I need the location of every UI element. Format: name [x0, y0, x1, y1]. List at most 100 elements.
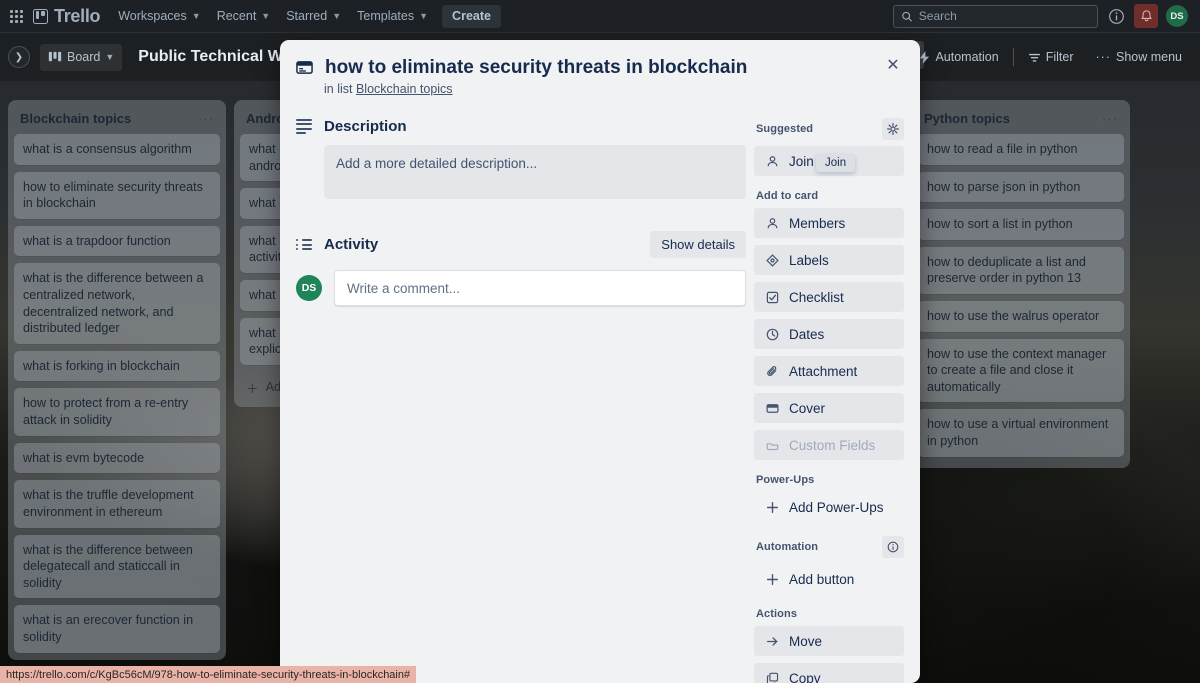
copy-button[interactable]: Copy — [754, 663, 904, 683]
filter-button[interactable]: Filter — [1020, 44, 1082, 71]
automation-button[interactable]: Automation — [911, 44, 1006, 71]
custom-fields-label: Custom Fields — [789, 437, 876, 453]
trello-logo-text: Trello — [54, 5, 101, 26]
nav-item-recent[interactable]: Recent ▼ — [209, 5, 279, 28]
list-card[interactable]: what is a consensus algorithm — [14, 134, 220, 165]
actions-label: Actions — [756, 608, 798, 620]
notification-bell-icon[interactable] — [1134, 4, 1158, 28]
join-tooltip: Join — [816, 154, 856, 172]
automation-label: Automation — [935, 50, 999, 64]
members-button[interactable]: Members — [754, 208, 904, 238]
user-avatar[interactable]: DS — [1166, 5, 1188, 27]
modal-main-column: Description Add a more detailed descript… — [296, 100, 746, 683]
info-circle-icon[interactable] — [882, 536, 904, 558]
card-detail-modal: ✕ how to eliminate security threats in b… — [280, 40, 920, 683]
search-box[interactable] — [893, 4, 1098, 28]
ellipsis-icon: ··· — [1095, 50, 1111, 64]
board-view-label: Board — [67, 50, 101, 64]
list-card[interactable]: how to use the walrus operator — [918, 301, 1124, 332]
attachment-label: Attachment — [789, 363, 858, 379]
comment-row: DS — [296, 270, 746, 306]
list-card[interactable]: how to parse json in python — [918, 171, 1124, 203]
checklist-button[interactable]: Checklist — [754, 282, 904, 312]
create-button[interactable]: Create — [442, 4, 501, 28]
suggested-label-row: Suggested — [756, 118, 904, 140]
powerups-label: Power-Ups — [756, 474, 815, 486]
search-icon — [902, 11, 912, 21]
comment-input[interactable] — [334, 270, 746, 306]
checklist-label: Checklist — [789, 289, 844, 305]
cover-button[interactable]: Cover — [754, 393, 904, 423]
suggested-label: Suggested — [756, 123, 814, 135]
nav-workspaces-label: Workspaces — [118, 9, 187, 23]
in-list-link[interactable]: Blockchain topics — [356, 82, 453, 96]
custom-fields-icon — [765, 439, 780, 452]
top-nav-right-group: DS — [893, 4, 1192, 28]
list-menu-ellipsis-icon[interactable]: ··· — [1102, 111, 1118, 126]
nav-item-workspaces[interactable]: Workspaces ▼ — [110, 5, 208, 28]
list-card[interactable]: what is the difference between a central… — [14, 263, 220, 344]
checkbox-icon — [765, 291, 780, 304]
paperclip-icon — [765, 365, 780, 378]
activity-list-icon — [296, 239, 312, 250]
nav-starred-label: Starred — [286, 9, 328, 23]
status-bar-url: https://trello.com/c/KgBc56cM/978-how-to… — [0, 666, 417, 683]
list-title: Blockchain topics — [20, 111, 132, 126]
board-header-right-group: Automation Filter ··· Show menu — [911, 44, 1190, 71]
list-card[interactable]: how to protect from a re-entry attack in… — [14, 388, 220, 436]
custom-fields-button: Custom Fields — [754, 430, 904, 460]
trello-logo[interactable]: Trello — [29, 6, 110, 27]
nav-item-starred[interactable]: Starred ▼ — [278, 5, 349, 28]
gear-icon[interactable] — [882, 118, 904, 140]
info-circle-icon[interactable] — [1104, 4, 1128, 28]
nav-item-templates[interactable]: Templates ▼ — [349, 5, 436, 28]
card-in-list-breadcrumb: in list Blockchain topics — [324, 82, 900, 96]
dates-button[interactable]: Dates — [754, 319, 904, 349]
filter-label: Filter — [1045, 50, 1074, 64]
list-card[interactable]: how to read a file in python — [918, 134, 1124, 165]
add-button-label: Add button — [789, 571, 855, 587]
close-icon[interactable]: ✕ — [880, 52, 906, 78]
add-to-card-label: Add to card — [756, 190, 819, 202]
list-card[interactable]: what is the difference between delegatec… — [14, 534, 220, 599]
list-card[interactable]: how to eliminate security threats in blo… — [14, 171, 220, 219]
add-powerups-button[interactable]: Add Power-Ups — [754, 492, 904, 522]
list-card[interactable]: what is the truffle development environm… — [14, 480, 220, 528]
list-card[interactable]: what is an erecover function in solidity — [14, 605, 220, 653]
nav-recent-label: Recent — [216, 9, 257, 23]
list-card[interactable]: what is evm bytecode — [14, 442, 220, 474]
cover-label: Cover — [789, 400, 826, 416]
in-list-prefix: in list — [324, 82, 353, 96]
join-label: Join — [789, 153, 814, 169]
description-input[interactable]: Add a more detailed description... — [324, 145, 746, 199]
add-button-button[interactable]: Add button — [754, 564, 904, 594]
show-details-button[interactable]: Show details — [650, 231, 746, 258]
list-card[interactable]: how to use a virtual environment in pyth… — [918, 409, 1124, 457]
list-card[interactable]: what is forking in blockchain — [14, 350, 220, 382]
copy-label: Copy — [789, 670, 821, 683]
grid-apps-icon[interactable] — [10, 9, 23, 23]
card-title[interactable]: how to eliminate security threats in blo… — [325, 56, 747, 80]
move-button[interactable]: Move — [754, 626, 904, 656]
attachment-button[interactable]: Attachment — [754, 356, 904, 386]
nav-templates-label: Templates — [357, 9, 415, 23]
automation-group: Automation Add button — [754, 536, 904, 594]
list-python-topics: Python topics ··· how to read a file in … — [912, 100, 1130, 468]
modal-sidebar: Suggested Join Join Add to card Members … — [754, 100, 904, 683]
board-view-switcher[interactable]: Board ▼ — [40, 43, 123, 71]
activity-heading: Activity — [324, 236, 379, 253]
person-icon — [765, 155, 780, 168]
sidebar-toggle-chevron-right-icon[interactable]: ❯ — [8, 46, 30, 68]
chevron-down-icon: ▼ — [261, 11, 271, 21]
board-view-icon — [48, 51, 62, 62]
list-card[interactable]: what is a trapdoor function — [14, 225, 220, 257]
search-input[interactable] — [918, 9, 1090, 23]
list-card[interactable]: how to use the context manager to create… — [918, 338, 1124, 403]
copy-icon — [765, 672, 780, 683]
labels-button[interactable]: Labels — [754, 245, 904, 275]
list-card[interactable]: how to sort a list in python — [918, 209, 1124, 240]
list-menu-ellipsis-icon[interactable]: ··· — [198, 111, 214, 126]
show-menu-button[interactable]: ··· Show menu — [1087, 44, 1190, 71]
description-heading: Description — [324, 118, 407, 135]
list-card[interactable]: how to deduplicate a list and preserve o… — [918, 246, 1124, 295]
